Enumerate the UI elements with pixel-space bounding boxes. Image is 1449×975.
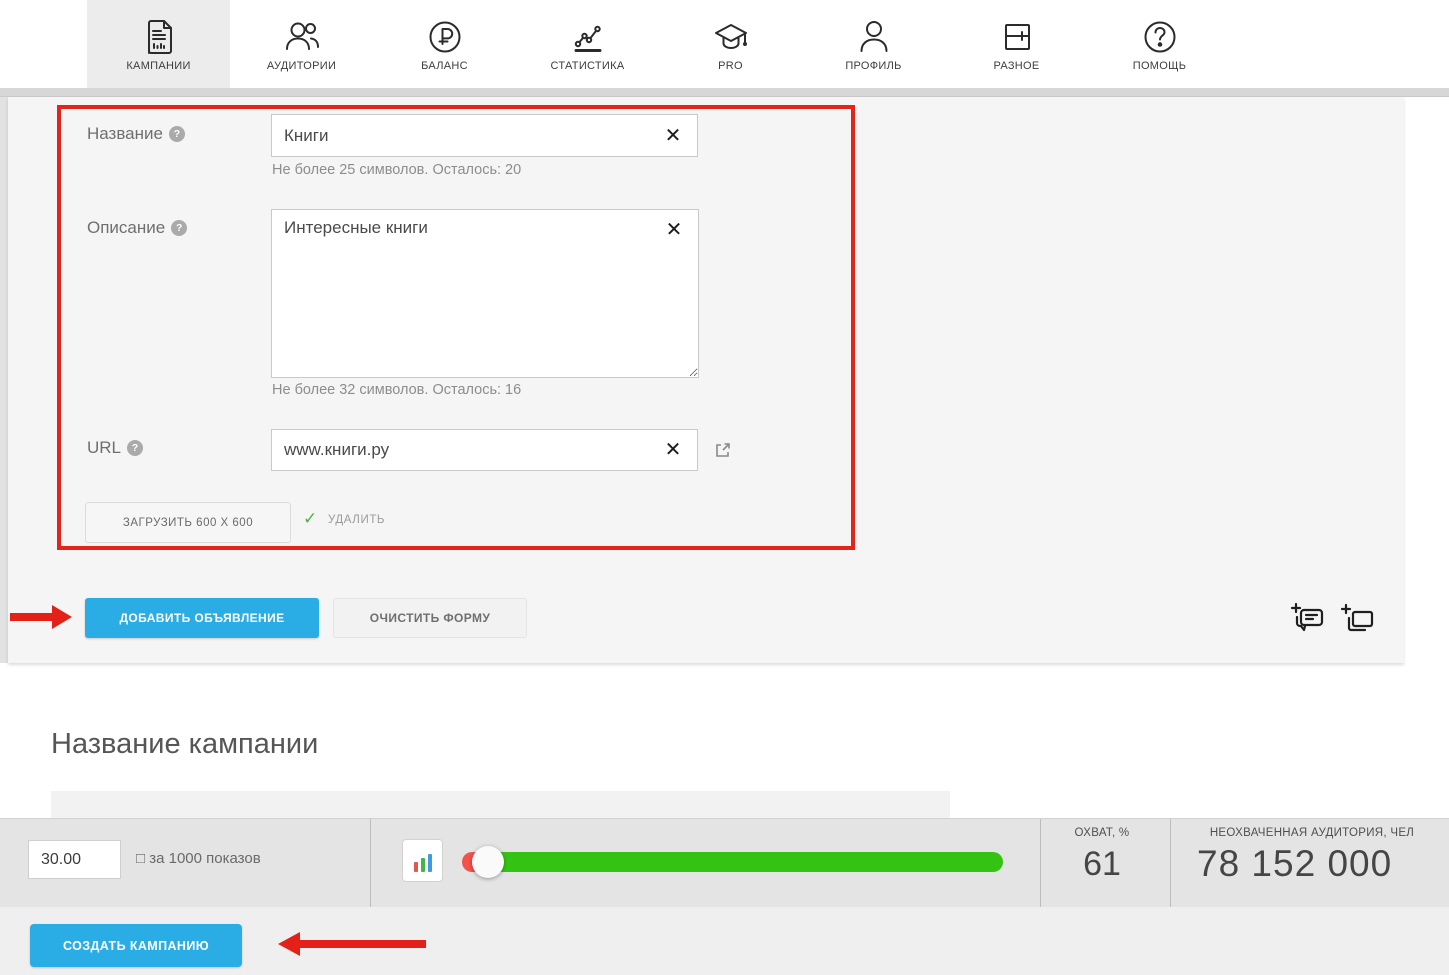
url-clear-icon[interactable]: ✕ — [658, 435, 688, 465]
help-badge-icon[interactable]: ? — [127, 440, 143, 456]
nav-label: АУДИТОРИИ — [267, 60, 336, 72]
unreached-audience-label: НЕОХВАЧЕННАЯ АУДИТОРИЯ, ЧЕЛ — [1180, 827, 1444, 839]
nav-item-statistics[interactable]: СТАТИСТИКА — [516, 0, 659, 88]
name-field-label: Название? — [87, 124, 185, 144]
campaigns-icon — [139, 17, 179, 57]
bid-slider-track[interactable] — [481, 852, 1003, 872]
url-label-text: URL — [87, 438, 121, 457]
nav-label: КАМПАНИИ — [126, 60, 190, 72]
description-field-label: Описание? — [87, 218, 187, 238]
balance-icon — [425, 17, 465, 57]
nav-separator — [0, 88, 1449, 97]
nav-item-campaigns[interactable]: КАМПАНИИ — [87, 0, 230, 88]
page-margin — [0, 97, 8, 663]
nav-item-profile[interactable]: ПРОФИЛЬ — [802, 0, 945, 88]
reach-label: ОХВАТ, % — [1052, 827, 1152, 839]
upload-image-button[interactable]: ЗАГРУЗИТЬ 600 X 600 — [85, 502, 291, 543]
bid-input[interactable] — [28, 840, 121, 879]
nav-item-help[interactable]: ПОМОЩЬ — [1088, 0, 1231, 88]
nav-label: ПОМОЩЬ — [1133, 60, 1187, 72]
name-input[interactable] — [271, 114, 698, 157]
help-icon — [1140, 17, 1180, 57]
unreached-audience-value: 78 152 000 — [1197, 843, 1392, 885]
bid-control-bar: □ за 1000 показов ОХВАТ, % 61 НЕОХВАЧЕНН… — [0, 818, 1449, 907]
bid-slider-handle[interactable] — [472, 846, 504, 878]
bid-unit-label: □ за 1000 показов — [136, 850, 261, 867]
divider — [370, 819, 371, 908]
bar-chart-icon — [428, 854, 432, 872]
nav-item-audiences[interactable]: АУДИТОРИИ — [230, 0, 373, 88]
divider — [1170, 819, 1171, 908]
nav-item-balance[interactable]: БАЛАНС — [373, 0, 516, 88]
nav-label: БАЛАНС — [421, 60, 468, 72]
pro-icon — [711, 17, 751, 57]
nav-item-pro[interactable]: PRO — [659, 0, 802, 88]
description-hint: Не более 32 символов. Осталось: 16 — [272, 382, 521, 398]
check-icon: ✓ — [303, 509, 317, 529]
url-field-label: URL? — [87, 438, 143, 458]
bar-chart-icon — [414, 862, 418, 872]
campaign-title: Название кампании — [51, 728, 318, 761]
name-hint: Не более 25 символов. Осталось: 20 — [272, 162, 521, 178]
nav-item-misc[interactable]: РАЗНОЕ — [945, 0, 1088, 88]
open-url-icon[interactable] — [714, 441, 734, 461]
divider — [1040, 819, 1041, 908]
coverage-chart-button[interactable] — [402, 839, 443, 882]
name-label-text: Название — [87, 124, 163, 143]
help-badge-icon[interactable]: ? — [171, 220, 187, 236]
top-nav: КАМПАНИИ АУДИТОРИИ БАЛАНС — [0, 0, 1449, 88]
campaign-row-header — [51, 791, 950, 818]
nav-label: ПРОФИЛЬ — [845, 60, 901, 72]
clear-form-button[interactable]: ОЧИСТИТЬ ФОРМУ — [333, 598, 527, 638]
audiences-icon — [282, 17, 322, 57]
description-clear-icon[interactable]: ✕ — [659, 215, 689, 245]
nav-label: СТАТИСТИКА — [551, 60, 625, 72]
create-campaign-button[interactable]: СОЗДАТЬ КАМПАНИЮ — [30, 924, 242, 967]
misc-icon — [997, 17, 1037, 57]
url-input[interactable] — [271, 429, 698, 471]
name-clear-icon[interactable]: ✕ — [658, 121, 688, 151]
delete-image-link[interactable]: УДАЛИТЬ — [328, 514, 385, 526]
help-badge-icon[interactable]: ? — [169, 126, 185, 142]
page: КАМПАНИИ АУДИТОРИИ БАЛАНС — [0, 0, 1449, 975]
bar-chart-icon — [421, 858, 425, 872]
add-ad-button[interactable]: ДОБАВИТЬ ОБЪЯВЛЕНИЕ — [85, 598, 319, 638]
description-label-text: Описание — [87, 218, 165, 237]
nav-label: РАЗНОЕ — [993, 60, 1039, 72]
profile-icon — [854, 17, 894, 57]
nav-label: PRO — [718, 60, 743, 72]
add-text-ad-icon[interactable] — [1287, 599, 1327, 639]
statistics-icon — [568, 17, 608, 57]
add-image-ad-icon[interactable] — [1337, 601, 1377, 641]
ad-form-panel — [8, 97, 1404, 663]
reach-value: 61 — [1052, 845, 1152, 884]
description-textarea[interactable]: Интересные книги — [271, 209, 699, 378]
